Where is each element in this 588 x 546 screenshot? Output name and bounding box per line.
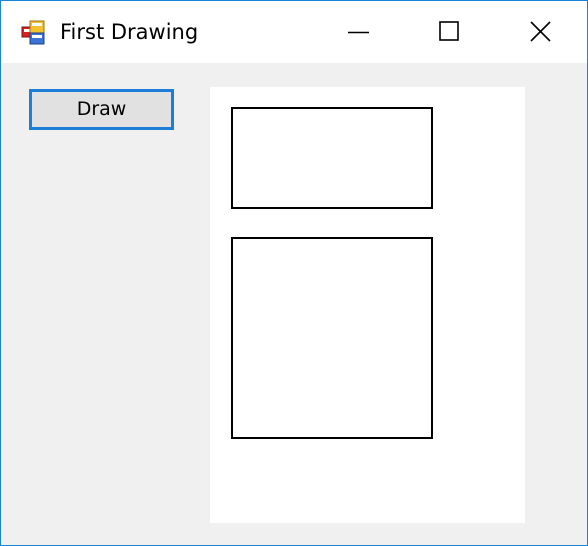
minimize-button[interactable] <box>313 1 404 63</box>
rectangle-shape <box>231 107 433 209</box>
minimize-icon <box>348 31 369 34</box>
maximize-icon <box>439 21 459 41</box>
square-shape <box>231 237 433 439</box>
draw-button[interactable]: Draw <box>29 89 174 130</box>
app-icon[interactable] <box>21 20 47 46</box>
drawing-canvas[interactable] <box>210 87 525 523</box>
window-title: First Drawing <box>60 20 199 44</box>
title-bar[interactable]: First Drawing <box>1 1 587 63</box>
maximize-button[interactable] <box>404 1 495 63</box>
close-icon <box>530 21 551 42</box>
app-window: First Drawing Draw <box>0 0 588 546</box>
close-button[interactable] <box>495 1 586 63</box>
